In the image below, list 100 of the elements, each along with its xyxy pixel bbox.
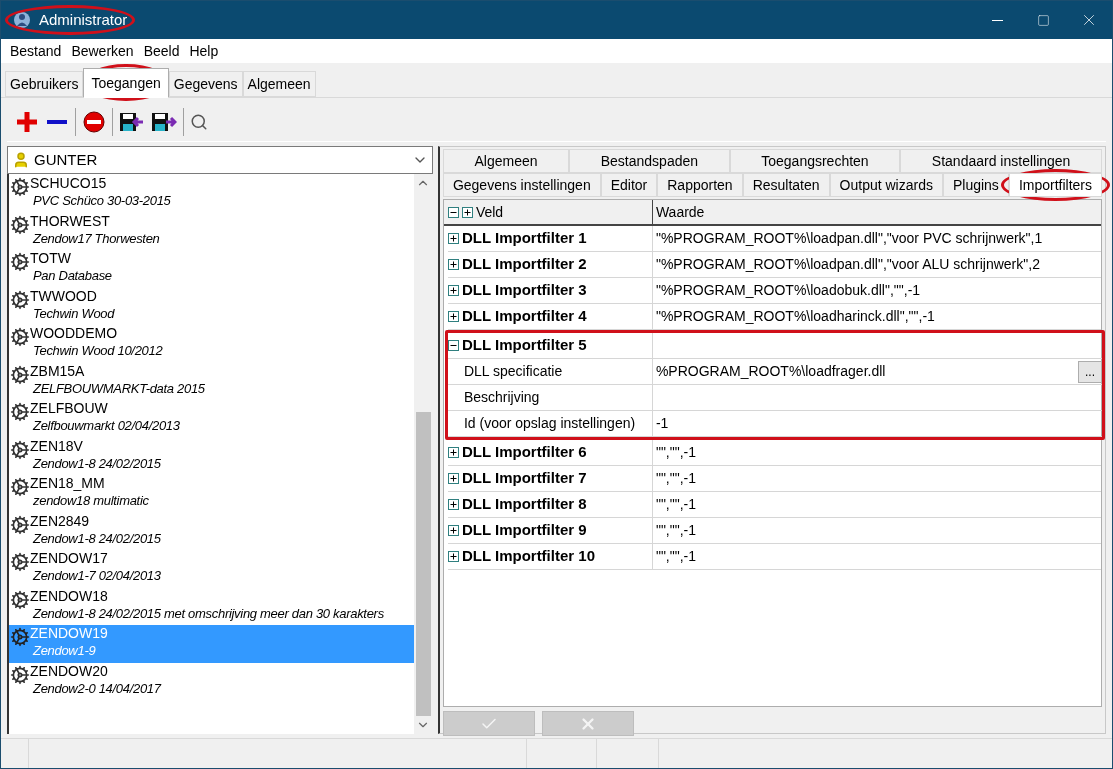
property-value: "","",-1	[654, 443, 696, 462]
search-icon[interactable]	[190, 112, 208, 131]
tab[interactable]: Toegangen	[83, 68, 169, 98]
tab[interactable]: Resultaten	[742, 173, 830, 197]
no-entry-icon[interactable]	[82, 109, 106, 134]
item-description: PVC Schüco 30-03-2015	[32, 192, 171, 209]
item-description: ZELFBOUWMARKT-data 2015	[31, 379, 205, 397]
expand-icon[interactable]	[447, 447, 459, 458]
list-item[interactable]: ZENDOW18 Zendow1-8 24/02/2015 met omschrijving meer dan 30 karakters	[9, 587, 414, 625]
gear-icon	[10, 477, 30, 497]
list-item[interactable]: SCHUCO15 PVC Schüco 30-03-2015	[9, 175, 414, 213]
tab[interactable]: Algemeen	[242, 71, 316, 97]
tab[interactable]: Importfilters	[1008, 173, 1102, 197]
group-label: DLL Importfilter 4	[461, 306, 587, 327]
expand-all-icon[interactable]	[461, 206, 473, 218]
tab[interactable]: Bestandspaden	[569, 149, 730, 173]
tab[interactable]: Standaard instellingen	[900, 149, 1102, 173]
expand-icon[interactable]	[447, 259, 459, 270]
property-value: %PROGRAM_ROOT%\loadfrager.dll	[654, 362, 886, 381]
save-icon[interactable]	[151, 110, 177, 133]
list-item[interactable]: ZEN18V Zendow1-8 24/02/2015	[9, 437, 414, 475]
expand-icon[interactable]	[447, 525, 459, 536]
property-value: "","",-1	[654, 469, 696, 488]
menu-item[interactable]: Help	[184, 40, 224, 62]
item-description: Zendow1-9	[31, 642, 97, 659]
expand-icon[interactable]	[447, 473, 459, 484]
item-description: Zendow1-8 24/02/2015	[31, 529, 161, 547]
list-item[interactable]: ZEN2849 Zendow1-8 24/02/2015	[9, 512, 414, 550]
item-name: ZENDOW18	[30, 587, 109, 605]
expand-icon[interactable]	[447, 233, 459, 244]
list-item[interactable]: THORWEST Zendow17 Thorwesten	[9, 212, 414, 250]
item-description: Techwin Wood 10/2012	[32, 342, 163, 359]
property-value: "","",-1	[654, 521, 696, 540]
list-item[interactable]: ZEN18_MM zendow18 multimatic	[9, 475, 414, 513]
maximize-icon	[1036, 13, 1050, 27]
item-description: Zendow1-8 24/02/2015 met omschrijving meer dan 30 karakters	[31, 604, 384, 622]
group-label: DLL Importfilter 7	[461, 468, 587, 489]
window-title: Administrator	[39, 9, 128, 30]
item-description: zendow18 multimatic	[32, 492, 149, 509]
user-icon	[12, 151, 30, 169]
item-name: TWWOOD	[30, 287, 98, 305]
gear-icon	[10, 664, 30, 685]
collapse-icon[interactable]	[447, 340, 459, 351]
property-label: Beschrijving	[463, 388, 540, 407]
list-item[interactable]: TOTW Pan Database	[9, 250, 414, 288]
list-item[interactable]: ZELFBOUW Zelfbouwmarkt 02/04/2013	[9, 400, 414, 438]
item-name: ZELFBOUW	[30, 400, 109, 417]
tab[interactable]: Gegevens	[168, 71, 243, 97]
tab[interactable]: Rapporten	[657, 173, 743, 197]
tab[interactable]: Algemeen	[442, 149, 570, 173]
user-dropdown[interactable]: GUNTER	[7, 146, 433, 174]
tab[interactable]: Plugins	[942, 173, 1009, 197]
collapse-all-icon[interactable]	[447, 206, 459, 218]
property-value: "%PROGRAM_ROOT%\loadpan.dll","voor PVC schrijnwerk",1	[654, 229, 1043, 248]
property-label: DLL specificatie	[463, 362, 563, 381]
item-name: WOODDEMO	[30, 325, 119, 342]
browse-button[interactable]: ...	[1078, 360, 1102, 383]
item-description: Zendow1-8 24/02/2015	[31, 454, 161, 472]
list-item[interactable]: TWWOOD Techwin Wood	[9, 287, 414, 325]
scrollbar-thumb[interactable]	[415, 412, 431, 716]
menu-item[interactable]: Bestand	[5, 40, 67, 62]
expand-icon[interactable]	[447, 551, 459, 562]
tab[interactable]: Gebruikers	[5, 71, 84, 97]
property-value: "%PROGRAM_ROOT%\loadharinck.dll","",-1	[654, 307, 935, 326]
menu-item[interactable]: Bewerken	[66, 40, 139, 62]
minimize-icon	[991, 19, 1003, 21]
group-label: DLL Importfilter 8	[461, 494, 587, 515]
plus-icon[interactable]	[15, 109, 39, 134]
list-item[interactable]: ZENDOW20 Zendow2-0 14/04/2017	[9, 662, 414, 700]
property-value: "%PROGRAM_ROOT%\loadpan.dll","voor ALU schrijnwerk",2	[654, 255, 1040, 274]
tab[interactable]: Gegevens instellingen	[442, 173, 601, 197]
item-name: ZENDOW17	[30, 550, 109, 567]
gear-icon	[10, 514, 30, 535]
menu-item[interactable]: Beeld	[138, 40, 185, 62]
item-name: ZENDOW19	[30, 625, 108, 642]
expand-icon[interactable]	[447, 285, 459, 296]
gear-icon	[10, 627, 30, 647]
tab[interactable]: Toegangsrechten	[729, 149, 901, 173]
group-label: DLL Importfilter 1	[461, 228, 587, 249]
expand-icon[interactable]	[447, 311, 459, 322]
app-icon	[13, 11, 31, 29]
list-item[interactable]: WOODDEMO Techwin Wood 10/2012	[9, 325, 414, 363]
property-value: "","",-1	[654, 547, 696, 566]
save-icon[interactable]	[119, 110, 145, 133]
property-value: -1	[654, 414, 669, 433]
list-item[interactable]: ZBM15A ZELFBOUWMARKT-data 2015	[9, 362, 414, 400]
group-label: DLL Importfilter 10	[461, 546, 595, 567]
tab[interactable]: Output wizards	[829, 173, 943, 197]
tab[interactable]: Editor	[600, 173, 658, 197]
gear-icon	[10, 589, 30, 610]
list-item[interactable]: ZENDOW17 Zendow1-7 02/04/2013	[9, 550, 414, 588]
item-description: Techwin Wood	[32, 304, 115, 322]
column-header: Waarde	[654, 202, 705, 222]
gear-icon	[10, 364, 30, 385]
item-name: ZENDOW20	[30, 662, 109, 680]
expand-icon[interactable]	[447, 499, 459, 510]
item-name: SCHUCO15	[30, 175, 108, 192]
item-name: THORWEST	[30, 212, 111, 230]
column-header: Veld	[475, 202, 504, 222]
item-description: Zendow2-0 14/04/2017	[31, 679, 161, 697]
